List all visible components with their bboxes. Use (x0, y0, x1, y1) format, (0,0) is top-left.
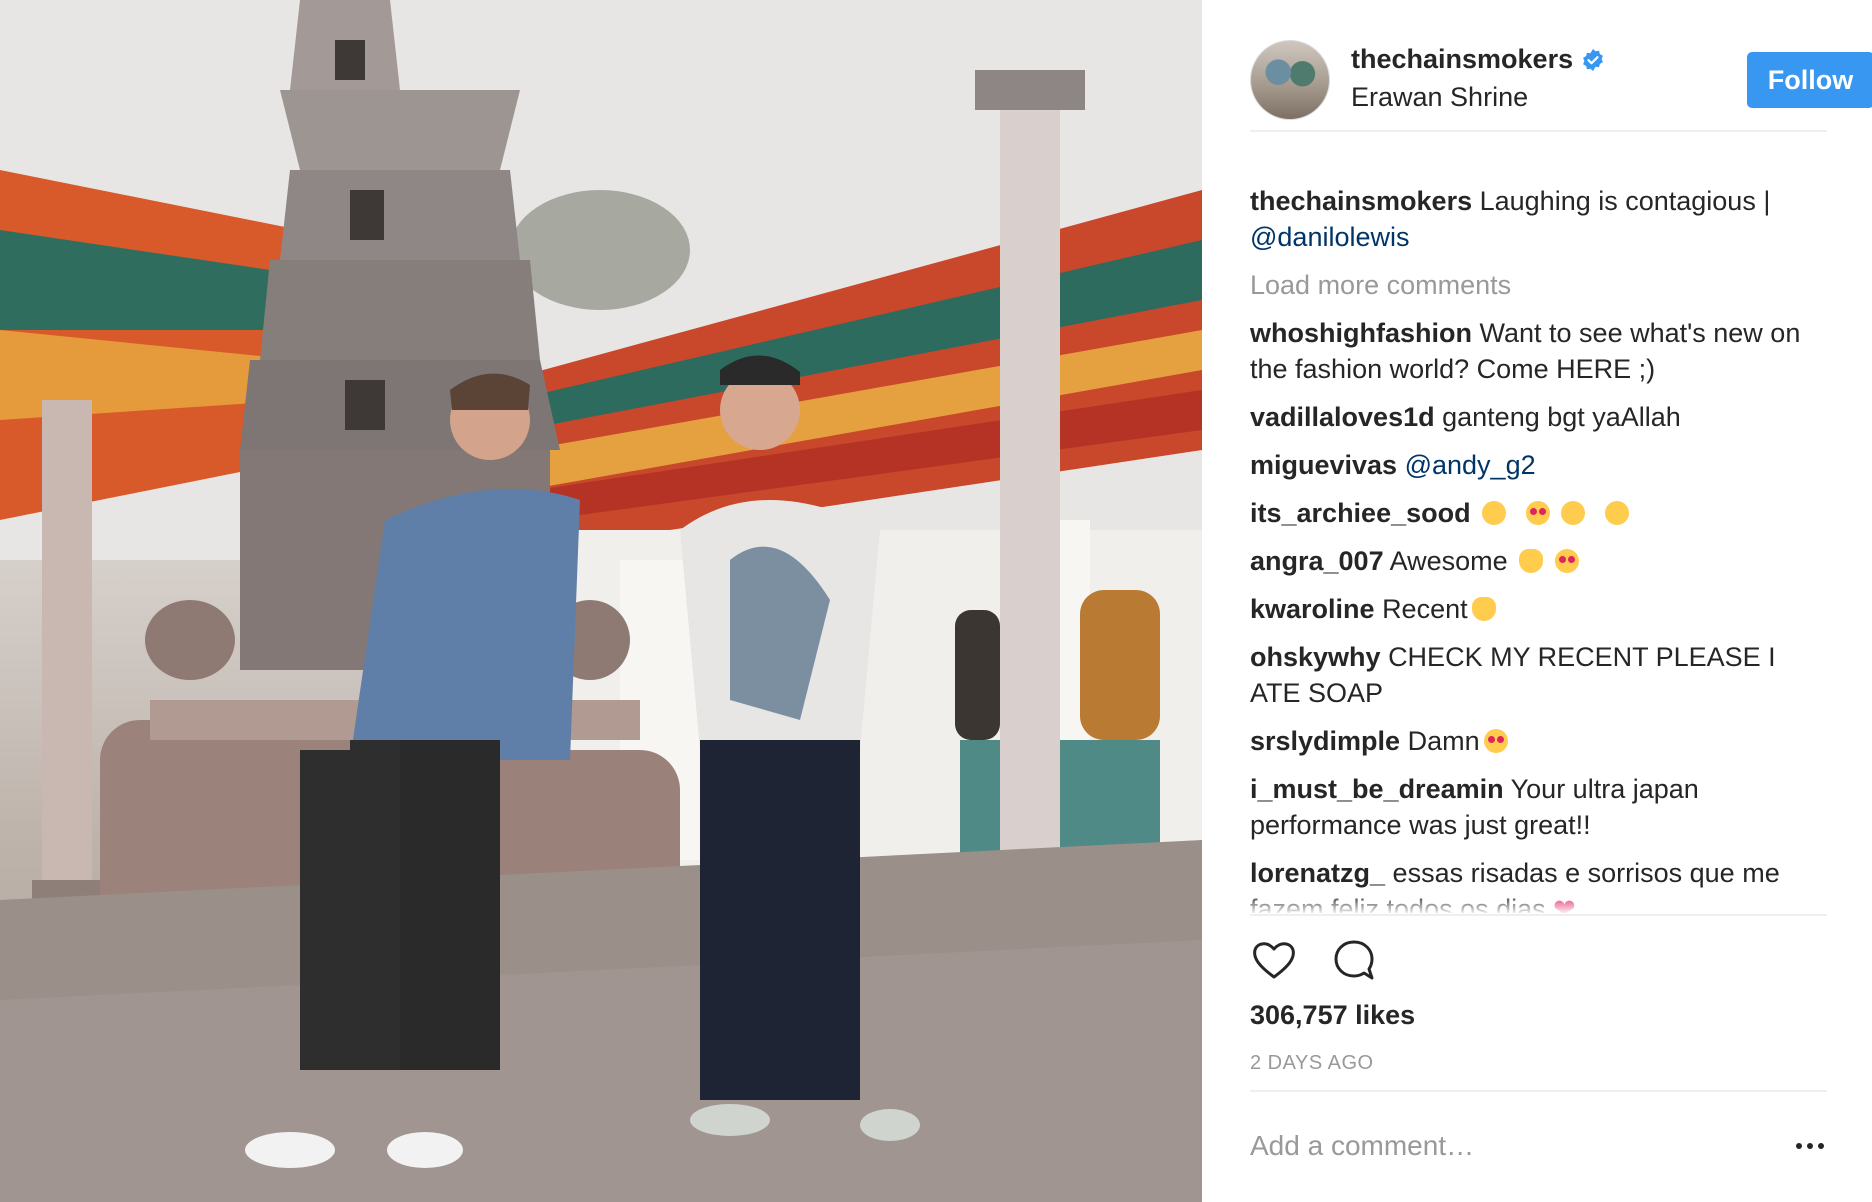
list-item: i_must_be_dreamin Your ultra japan perfo… (1250, 771, 1830, 843)
caption-mention[interactable]: @danilolewis (1250, 222, 1409, 252)
caption: thechainsmokers Laughing is contagious |… (1250, 183, 1830, 255)
comments-fade (1250, 893, 1830, 915)
comment-username[interactable]: i_must_be_dreamin (1250, 774, 1504, 804)
post-photo[interactable] (0, 0, 1202, 1202)
list-item: vadillaloves1d ganteng bgt yaAllah (1250, 399, 1830, 435)
list-item: miguevivas @andy_g2 (1250, 447, 1830, 483)
comment-username[interactable]: lorenatzg_ (1250, 858, 1385, 888)
post-sidebar: thechainsmokers Erawan Shrine Follow the… (1202, 0, 1872, 1202)
post-author-username[interactable]: thechainsmokers (1351, 44, 1573, 75)
list-item: its_archiee_sood (1250, 495, 1830, 531)
comment-username[interactable]: whoshighfashion (1250, 318, 1472, 348)
comment-username[interactable]: kwaroline (1250, 594, 1375, 624)
ellipsis-dot (1807, 1143, 1813, 1149)
comment-text: Awesome (1389, 546, 1508, 576)
comment-username[interactable]: ohskywhy (1250, 642, 1381, 672)
heart-eyes-face-icon (1525, 501, 1550, 525)
ellipsis-dot (1818, 1143, 1824, 1149)
comment-text: ganteng bgt yaAllah (1442, 402, 1681, 432)
comments-list[interactable]: thechainsmokers Laughing is contagious |… (1250, 183, 1830, 913)
avatar[interactable] (1250, 40, 1330, 120)
post-author[interactable]: thechainsmokers (1351, 44, 1605, 75)
comment-username[interactable]: miguevivas (1250, 450, 1397, 480)
post-timestamp[interactable]: 2 DAYS AGO (1250, 1052, 1374, 1075)
add-comment-input[interactable] (1250, 1130, 1730, 1162)
list-item: ohskywhy CHECK MY RECENT PLEASE I ATE SO… (1250, 639, 1830, 711)
post-location[interactable]: Erawan Shrine (1351, 82, 1528, 113)
ellipsis-dot (1796, 1143, 1802, 1149)
action-bar (1250, 936, 1378, 986)
comment-username[interactable]: angra_007 (1250, 546, 1384, 576)
caption-text: Laughing is contagious | (1479, 186, 1771, 216)
comment-text: Damn (1407, 726, 1480, 756)
verified-badge-icon (1583, 48, 1603, 71)
comment-username[interactable]: its_archiee_sood (1250, 498, 1471, 528)
ok-hand-icon (1471, 597, 1496, 621)
likes-count[interactable]: 306,757 likes (1250, 1000, 1415, 1031)
heart-eyes-face-icon (1483, 729, 1508, 753)
heart-eyes-face-icon (1554, 549, 1579, 573)
ellipsis-icon[interactable] (1796, 1140, 1830, 1152)
photo-illustration (0, 0, 1202, 1202)
load-more-comments-link[interactable]: Load more comments (1250, 267, 1830, 303)
post-header: thechainsmokers Erawan Shrine Follow (1250, 40, 1872, 120)
list-item: angra_007 Awesome (1250, 543, 1830, 579)
comment-username[interactable]: vadillaloves1d (1250, 402, 1435, 432)
footer-divider (1250, 1090, 1827, 1092)
ok-hand-icon (1519, 549, 1544, 573)
list-item: srslydimple Damn (1250, 723, 1830, 759)
caption-username[interactable]: thechainsmokers (1250, 186, 1472, 216)
comments-divider (1250, 914, 1827, 916)
speech-bubble-icon[interactable] (1330, 936, 1378, 984)
list-item: whoshighfashion Want to see what's new o… (1250, 315, 1830, 387)
header-divider (1250, 130, 1827, 132)
follow-button[interactable]: Follow (1747, 52, 1872, 108)
sweat-smile-face-icon (1604, 501, 1629, 525)
comment-mention[interactable]: @andy_g2 (1405, 450, 1536, 480)
list-item: kwaroline Recent (1250, 591, 1830, 627)
heart-outline-icon[interactable] (1250, 936, 1298, 984)
comment-text: Recent (1382, 594, 1468, 624)
grinning-face-icon (1482, 501, 1507, 525)
comment-username[interactable]: srslydimple (1250, 726, 1400, 756)
kissing-face-icon (1561, 501, 1586, 525)
